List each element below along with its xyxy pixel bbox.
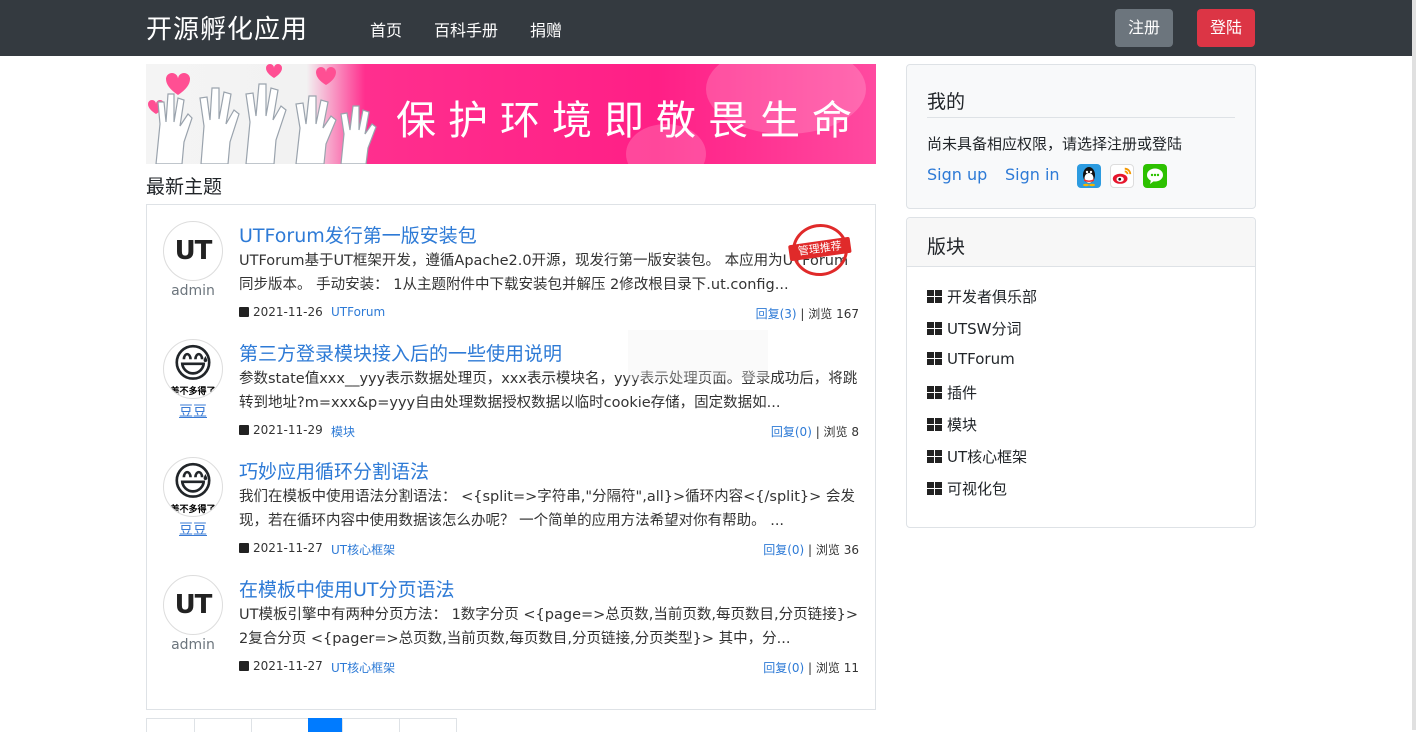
- board-item[interactable]: 可视化包: [927, 478, 1007, 499]
- navbar: 开源孵化应用 首页 百科手册 捐赠 注册 登陆: [0, 0, 1412, 56]
- topic-excerpt: UT模板引擎中有两种分页方法： 1数字分页 <{page=>总页数,当前页数,每…: [239, 607, 859, 647]
- topic-stats: 回复(0) | 浏览 8: [771, 423, 859, 440]
- sweat-smile-icon: 😅: [172, 459, 214, 505]
- board-item-label: 模块: [947, 416, 978, 434]
- stamp-label: 管理推荐: [788, 236, 852, 262]
- topic-item: UT admin 在模板中使用UT分页语法 UT模板引擎中有两种分页方法： 1数…: [163, 575, 859, 685]
- boards-card-header: 版块: [907, 218, 1255, 267]
- topic-date: 2021-11-27: [239, 659, 323, 673]
- topic-date: 2021-11-26: [239, 305, 323, 319]
- avatar[interactable]: UT: [163, 575, 223, 635]
- signup-link[interactable]: Sign up: [927, 165, 987, 184]
- qq-icon[interactable]: [1077, 164, 1101, 188]
- topic-author[interactable]: 豆豆: [163, 401, 223, 421]
- calendar-icon: [239, 307, 249, 317]
- topic-list: UT admin UTForum发行第一版安装包 UTForum基于UT框架开发…: [146, 204, 876, 710]
- board-item-label: UTForum: [947, 350, 1015, 368]
- grid-icon: [927, 352, 942, 365]
- topic-views: | 浏览 36: [804, 543, 859, 557]
- topic-category[interactable]: UT核心框架: [331, 659, 395, 676]
- topic-views: | 浏览 8: [811, 425, 859, 439]
- topic-replies[interactable]: 回复(0): [763, 661, 804, 675]
- brand-logo[interactable]: 开源孵化应用: [146, 9, 308, 46]
- avatar[interactable]: UT: [163, 221, 223, 281]
- grid-icon: [927, 322, 942, 335]
- login-button[interactable]: 登陆: [1197, 9, 1255, 47]
- calendar-icon: [239, 661, 249, 671]
- avatar-caption: 差不多得了: [170, 387, 216, 397]
- topic-category[interactable]: UT核心框架: [331, 541, 395, 558]
- topic-date: 2021-11-27: [239, 541, 323, 555]
- calendar-icon: [239, 543, 249, 553]
- boards-card: 版块 开发者俱乐部 UTSW分词 UTForum 插件 模块 UT核心框架 可视…: [906, 217, 1256, 528]
- wechat-icon[interactable]: [1143, 164, 1167, 188]
- topic-stats: 回复(0) | 浏览 11: [763, 659, 859, 676]
- scrollbar[interactable]: [1412, 0, 1416, 730]
- watermark-overlay: [628, 330, 768, 380]
- board-item[interactable]: UTSW分词: [927, 318, 1022, 339]
- topic-stats: 回复(0) | 浏览 36: [763, 541, 859, 558]
- topic-title[interactable]: 在模板中使用UT分页语法: [239, 575, 455, 602]
- board-item[interactable]: 插件: [927, 382, 977, 403]
- board-item[interactable]: UTForum: [927, 350, 1015, 368]
- nav-wiki[interactable]: 百科手册: [434, 17, 498, 41]
- topic-date-text: 2021-11-29: [253, 423, 323, 437]
- nav-donate[interactable]: 捐赠: [530, 17, 562, 41]
- board-item-label: 开发者俱乐部: [947, 288, 1038, 306]
- board-item-label: 可视化包: [947, 480, 1008, 498]
- grid-icon: [927, 450, 942, 463]
- topic-views: | 浏览 11: [804, 661, 859, 675]
- latest-topics-heading: 最新主题: [146, 176, 223, 198]
- topic-replies[interactable]: 回复(0): [763, 543, 804, 557]
- topic-category[interactable]: 模块: [331, 423, 355, 440]
- banner-slogan: 保护环境即敬畏生命: [396, 98, 864, 144]
- avatar[interactable]: 😅 差不多得了: [163, 339, 223, 399]
- avatar-caption: 差不多得了: [170, 505, 216, 515]
- hands-illustration: [148, 64, 377, 164]
- topic-author[interactable]: 豆豆: [163, 519, 223, 539]
- signin-link[interactable]: Sign in: [1005, 165, 1060, 184]
- topic-replies[interactable]: 回复(3): [756, 307, 797, 321]
- grid-icon: [927, 386, 942, 399]
- topic-category[interactable]: UTForum: [331, 305, 385, 319]
- topic-date-text: 2021-11-26: [253, 305, 323, 319]
- board-item-label: UTSW分词: [947, 320, 1022, 338]
- topic-date-text: 2021-11-27: [253, 541, 323, 555]
- sweat-smile-icon: 😅: [172, 341, 214, 387]
- my-card-title: 我的: [927, 91, 966, 113]
- topic-views: | 浏览 167: [796, 307, 859, 321]
- nav-home[interactable]: 首页: [370, 17, 402, 41]
- topic-stats: 回复(3) | 浏览 167: [756, 305, 859, 322]
- my-card: 我的 尚未具备相应权限，请选择注册或登陆 Sign up Sign in: [906, 64, 1256, 209]
- topic-excerpt: UTForum基于UT框架开发，遵循Apache2.0开源，现发行第一版安装包。…: [239, 253, 849, 293]
- topic-item: UT admin UTForum发行第一版安装包 UTForum基于UT框架开发…: [163, 221, 859, 331]
- avatar[interactable]: 😅 差不多得了: [163, 457, 223, 517]
- weibo-icon[interactable]: [1110, 164, 1134, 188]
- topic-excerpt: 我们在模板中使用语法分割语法： <{split=>字符串,"分隔符",all}>…: [239, 489, 855, 529]
- topic-date-text: 2021-11-27: [253, 659, 323, 673]
- board-item[interactable]: UT核心框架: [927, 446, 1027, 467]
- topic-author[interactable]: admin: [163, 283, 223, 299]
- topic-title[interactable]: UTForum发行第一版安装包: [239, 221, 477, 248]
- board-item[interactable]: 开发者俱乐部: [927, 286, 1037, 307]
- board-item-label: 插件: [947, 384, 978, 402]
- permission-notice: 尚未具备相应权限，请选择注册或登陆: [927, 135, 1183, 153]
- grid-icon: [927, 290, 942, 303]
- calendar-icon: [239, 425, 249, 435]
- board-item-label: UT核心框架: [947, 448, 1028, 466]
- topic-title[interactable]: 巧妙应用循环分割语法: [239, 457, 429, 484]
- board-item[interactable]: 模块: [927, 414, 977, 435]
- divider: [927, 117, 1235, 118]
- grid-icon: [927, 482, 942, 495]
- topic-author[interactable]: admin: [163, 637, 223, 653]
- boards-card-title: 版块: [927, 236, 966, 258]
- topic-replies[interactable]: 回复(0): [771, 425, 812, 439]
- banner[interactable]: 保护环境即敬畏生命: [146, 64, 876, 164]
- topic-date: 2021-11-29: [239, 423, 323, 437]
- grid-icon: [927, 418, 942, 431]
- topic-title[interactable]: 第三方登录模块接入后的一些使用说明: [239, 339, 562, 366]
- register-button[interactable]: 注册: [1115, 9, 1173, 47]
- topic-item: 😅 差不多得了 豆豆 巧妙应用循环分割语法 我们在模板中使用语法分割语法： <{…: [163, 457, 859, 567]
